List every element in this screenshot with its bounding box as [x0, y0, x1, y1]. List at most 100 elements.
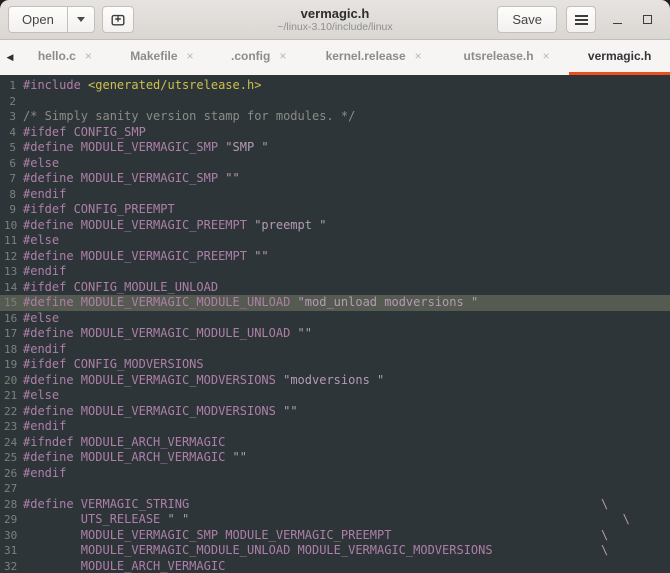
window-subtitle: ~/linux-3.10/include/linux — [277, 21, 392, 34]
line-number: 13 — [4, 264, 23, 280]
save-button[interactable]: Save — [497, 6, 557, 33]
code-text: /* Simply sanity version stamp for modul… — [23, 109, 670, 125]
code-line-3[interactable]: 3/* Simply sanity version stamp for modu… — [0, 109, 670, 125]
code-text: #include <generated/utsrelease.h> — [23, 78, 670, 94]
line-number: 9 — [4, 202, 23, 218]
code-line-7[interactable]: 7#define MODULE_VERMAGIC_SMP "" — [0, 171, 670, 187]
tab-scroll-left-button[interactable]: ◀ — [0, 40, 20, 75]
code-line-30[interactable]: 30 MODULE_VERMAGIC_SMP MODULE_VERMAGIC_P… — [0, 528, 670, 544]
code-line-1[interactable]: 1#include <generated/utsrelease.h> — [0, 78, 670, 94]
code-line-14[interactable]: 14#ifdef CONFIG_MODULE_UNLOAD — [0, 280, 670, 296]
code-line-24[interactable]: 24#ifndef MODULE_ARCH_VERMAGIC — [0, 435, 670, 451]
code-line-29[interactable]: 29 UTS_RELEASE " " \ — [0, 512, 670, 528]
code-line-11[interactable]: 11#else — [0, 233, 670, 249]
code-line-12[interactable]: 12#define MODULE_VERMAGIC_PREEMPT "" — [0, 249, 670, 265]
tab-.config[interactable]: .config × — [214, 40, 303, 75]
code-line-21[interactable]: 21#else — [0, 388, 670, 404]
code-line-25[interactable]: 25#define MODULE_ARCH_VERMAGIC "" — [0, 450, 670, 466]
code-text: #ifdef CONFIG_SMP — [23, 125, 670, 141]
tab-close-icon[interactable]: × — [187, 50, 194, 62]
code-text: #ifdef CONFIG_MODVERSIONS — [23, 357, 670, 373]
tab-kernel.release[interactable]: kernel.release× — [303, 40, 444, 75]
code-text: #define MODULE_VERMAGIC_MODULE_UNLOAD "m… — [23, 295, 670, 311]
line-number: 21 — [4, 388, 23, 404]
line-number: 2 — [4, 94, 23, 110]
line-number: 23 — [4, 419, 23, 435]
code-line-32[interactable]: 32 MODULE_ARCH_VERMAGIC — [0, 559, 670, 573]
tab-close-icon[interactable]: × — [415, 50, 422, 62]
minimize-button[interactable] — [602, 6, 632, 33]
tab-close-icon[interactable]: × — [279, 50, 286, 62]
window-controls — [602, 6, 662, 33]
line-number: 24 — [4, 435, 23, 451]
code-text: UTS_RELEASE " " \ — [23, 512, 670, 528]
code-line-31[interactable]: 31 MODULE_VERMAGIC_MODULE_UNLOAD MODULE_… — [0, 543, 670, 559]
line-number: 11 — [4, 233, 23, 249]
code-line-8[interactable]: 8#endif — [0, 187, 670, 203]
code-line-6[interactable]: 6#else — [0, 156, 670, 172]
open-button[interactable]: Open — [8, 6, 68, 33]
code-text: #endif — [23, 342, 670, 358]
code-text: MODULE_VERMAGIC_MODULE_UNLOAD MODULE_VER… — [23, 543, 670, 559]
tab-bar: ◀ hello.c×Makefile×.config×kernel.releas… — [0, 40, 670, 75]
tab-Makefile[interactable]: Makefile × — [110, 40, 214, 75]
tab-label: vermagic.h — [588, 49, 651, 63]
tab-close-icon[interactable]: × — [85, 50, 92, 62]
code-line-28[interactable]: 28#define VERMAGIC_STRING \ — [0, 497, 670, 513]
code-line-16[interactable]: 16#else — [0, 311, 670, 327]
new-tab-button[interactable] — [102, 6, 134, 33]
line-number: 3 — [4, 109, 23, 125]
code-line-5[interactable]: 5#define MODULE_VERMAGIC_SMP "SMP " — [0, 140, 670, 156]
code-line-26[interactable]: 26#endif — [0, 466, 670, 482]
code-line-20[interactable]: 20#define MODULE_VERMAGIC_MODVERSIONS "m… — [0, 373, 670, 389]
hamburger-icon — [575, 15, 588, 25]
code-text: MODULE_ARCH_VERMAGIC — [23, 559, 670, 573]
code-line-13[interactable]: 13#endif — [0, 264, 670, 280]
line-number: 22 — [4, 404, 23, 420]
code-line-15[interactable]: 15#define MODULE_VERMAGIC_MODULE_UNLOAD … — [0, 295, 670, 311]
tab-vermagic.h[interactable]: vermagic.h — [569, 40, 670, 75]
line-number: 28 — [4, 497, 23, 513]
code-line-19[interactable]: 19#ifdef CONFIG_MODVERSIONS — [0, 357, 670, 373]
code-line-4[interactable]: 4#ifdef CONFIG_SMP — [0, 125, 670, 141]
code-text: #define MODULE_VERMAGIC_SMP "" — [23, 171, 670, 187]
line-number: 10 — [4, 218, 23, 234]
line-number: 5 — [4, 140, 23, 156]
tab-hello.c[interactable]: hello.c× — [20, 40, 110, 75]
code-line-10[interactable]: 10#define MODULE_VERMAGIC_PREEMPT "preem… — [0, 218, 670, 234]
code-text — [23, 94, 670, 110]
code-text: #else — [23, 233, 670, 249]
code-text: #define VERMAGIC_STRING \ — [23, 497, 670, 513]
line-number: 26 — [4, 466, 23, 482]
menu-button[interactable] — [566, 6, 596, 33]
tab-label: .config — [231, 49, 270, 63]
headerbar-right-group: Save — [497, 6, 662, 33]
code-line-9[interactable]: 9#ifdef CONFIG_PREEMPT — [0, 202, 670, 218]
tab-close-icon[interactable]: × — [543, 50, 550, 62]
code-text: #endif — [23, 419, 670, 435]
code-line-2[interactable]: 2 — [0, 94, 670, 110]
code-text: #endif — [23, 466, 670, 482]
editor-area[interactable]: 1#include <generated/utsrelease.h>23/* S… — [0, 75, 670, 573]
open-dropdown-button[interactable] — [68, 6, 95, 33]
code-text: #endif — [23, 264, 670, 280]
editor-window: Open vermagic.h ~/linux-3.10/include/lin… — [0, 0, 670, 573]
code-text: #ifdef CONFIG_PREEMPT — [23, 202, 670, 218]
code-line-22[interactable]: 22#define MODULE_VERMAGIC_MODVERSIONS "" — [0, 404, 670, 420]
dropdown-arrow-icon — [77, 17, 85, 22]
code-line-17[interactable]: 17#define MODULE_VERMAGIC_MODULE_UNLOAD … — [0, 326, 670, 342]
code-line-27[interactable]: 27 — [0, 481, 670, 497]
code-line-18[interactable]: 18#endif — [0, 342, 670, 358]
tab-utsrelease.h[interactable]: utsrelease.h× — [444, 40, 569, 75]
maximize-button[interactable] — [632, 6, 662, 33]
code-text — [23, 481, 670, 497]
code-text: #ifndef MODULE_ARCH_VERMAGIC — [23, 435, 670, 451]
minimize-icon — [613, 23, 622, 24]
window-title: vermagic.h — [301, 6, 370, 21]
headerbar-left-group: Open — [8, 6, 134, 33]
code-line-23[interactable]: 23#endif — [0, 419, 670, 435]
line-number: 7 — [4, 171, 23, 187]
code-text: #define MODULE_VERMAGIC_PREEMPT "preempt… — [23, 218, 670, 234]
tab-label: Makefile — [130, 49, 177, 63]
line-number: 27 — [4, 481, 23, 497]
